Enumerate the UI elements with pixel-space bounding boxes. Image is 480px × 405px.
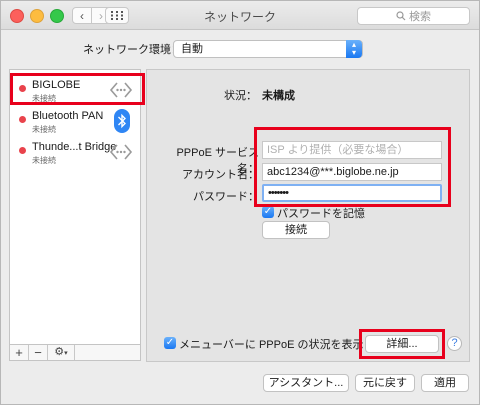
remove-service-button[interactable]: −: [29, 345, 48, 360]
service-list-toolbar: + − ⚙▾: [9, 344, 141, 361]
remember-password-checkbox[interactable]: ✓: [262, 206, 274, 218]
add-service-button[interactable]: +: [10, 345, 29, 360]
gear-icon: ⚙: [54, 346, 65, 358]
show-in-menubar-label: メニューバーに PPPoE の状況を表示: [179, 339, 364, 351]
apply-button[interactable]: 適用: [421, 374, 469, 392]
service-status: 未接続: [32, 156, 56, 165]
service-item-bluetooth-pan[interactable]: Bluetooth PAN 未接続: [10, 105, 140, 139]
location-select[interactable]: 自動 ▴ ▾: [173, 40, 363, 58]
status-dot-icon: [19, 116, 26, 123]
highlight-box-credentials: [254, 127, 451, 207]
highlight-box-advanced: [359, 329, 445, 359]
search-placeholder: 検索: [409, 11, 431, 23]
service-name: Thunde...t Bridge: [32, 141, 117, 153]
service-status: 未接続: [32, 125, 56, 134]
service-item-thunderbolt-bridge[interactable]: Thunde...t Bridge 未接続: [10, 136, 140, 170]
chevron-down-icon: ▾: [64, 350, 68, 357]
updown-arrows-icon: ▴ ▾: [346, 40, 362, 58]
status-label: 状況：: [224, 90, 257, 102]
search-icon: [396, 11, 406, 21]
status-value: 未構成: [262, 90, 295, 102]
status-dot-icon: [19, 147, 26, 154]
password-label: パスワード：: [193, 191, 259, 203]
checkmark-icon: ✓: [263, 206, 273, 217]
action-menu-button[interactable]: ⚙▾: [48, 345, 75, 360]
revert-button[interactable]: 元に戻す: [355, 374, 415, 392]
location-value: 自動: [181, 43, 203, 55]
network-preferences-window: ‹ › ネットワーク 検索 ネットワーク環境： 自動 ▴ ▾ BIGLOBE 未接…: [0, 0, 480, 405]
help-button[interactable]: ?: [447, 336, 462, 351]
location-label: ネットワーク環境：: [83, 44, 182, 56]
service-name: Bluetooth PAN: [32, 110, 104, 122]
connect-button[interactable]: 接続: [262, 221, 330, 239]
search-field[interactable]: 検索: [357, 7, 470, 25]
account-label: アカウント名：: [182, 169, 259, 181]
service-list[interactable]: BIGLOBE 未接続 Bluetooth PAN 未接続 Thunde...t…: [9, 69, 141, 361]
ethernet-icon: [109, 144, 133, 160]
title-bar: ‹ › ネットワーク 検索: [1, 1, 479, 30]
assistant-button[interactable]: アシスタント...: [263, 374, 349, 392]
remember-password-label: パスワードを記憶: [277, 208, 365, 220]
checkmark-icon: ✓: [165, 337, 175, 348]
highlight-box-service: [10, 73, 145, 105]
bluetooth-icon: [114, 109, 130, 133]
show-in-menubar-checkbox[interactable]: ✓: [164, 337, 176, 349]
